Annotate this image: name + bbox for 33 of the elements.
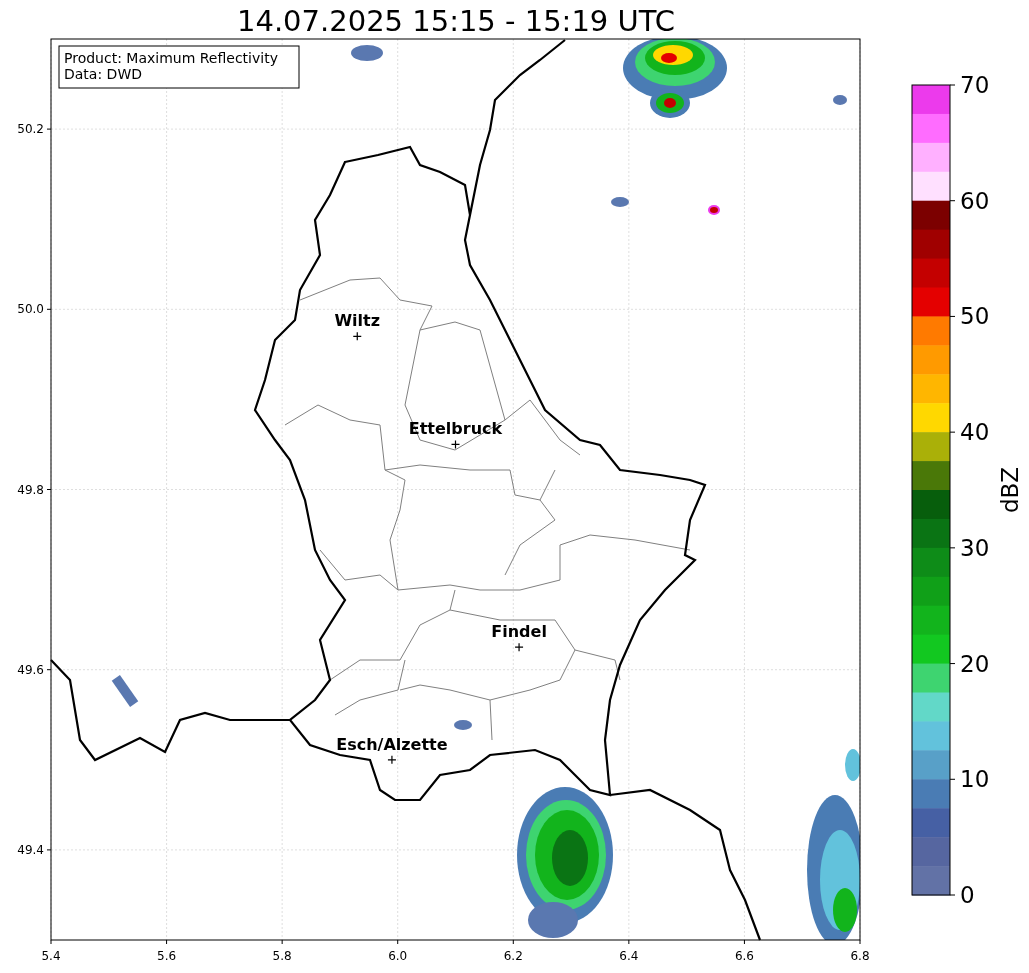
y-tick-label: 50.2 — [17, 122, 44, 137]
x-tick-label: 6.0 — [388, 949, 408, 963]
colorbar-tick-label: 50 — [960, 303, 990, 330]
x-tick-label: 5.4 — [41, 949, 61, 963]
location-marker-icon — [450, 439, 461, 450]
city-label: Esch/Alzette — [336, 734, 448, 754]
colorbar-label: dBZ — [997, 466, 1023, 514]
chart-title: 14.07.2025 15:15 - 15:19 UTC — [237, 4, 675, 38]
colorbar-tick-label: 20 — [960, 650, 990, 677]
colorbar-tick-label: 70 — [960, 72, 990, 98]
y-tick-label: 49.4 — [17, 842, 44, 857]
y-tick-label: 49.8 — [17, 482, 44, 497]
colorbar-tick-label: 30 — [960, 534, 990, 561]
info-text: Data: DWD — [64, 66, 142, 82]
info-text: Product: Maximum Reflectivity — [64, 50, 278, 66]
city-label: Wiltz — [334, 311, 381, 331]
x-tick-label: 6.6 — [734, 949, 754, 963]
colorbar-tick-label: 60 — [960, 187, 990, 214]
city-label: Ettelbruck — [408, 419, 503, 439]
city-label: Findel — [491, 622, 547, 642]
colorbar-tick-label: 40 — [960, 419, 990, 446]
y-tick-label: 49.6 — [17, 662, 44, 677]
location-marker-icon — [352, 331, 362, 341]
x-tick-label: 6.2 — [503, 949, 523, 963]
colorbar-tick-label: 0 — [960, 882, 975, 908]
x-tick-label: 6.8 — [850, 949, 870, 963]
y-tick-label: 50.0 — [17, 302, 44, 317]
x-tick-label: 5.6 — [157, 949, 177, 963]
location-marker-icon — [387, 755, 397, 765]
x-tick-label: 6.4 — [619, 949, 639, 963]
colorbar-tick-label: 10 — [960, 766, 990, 793]
x-tick-label: 5.8 — [272, 949, 292, 963]
location-marker-icon — [514, 642, 524, 652]
